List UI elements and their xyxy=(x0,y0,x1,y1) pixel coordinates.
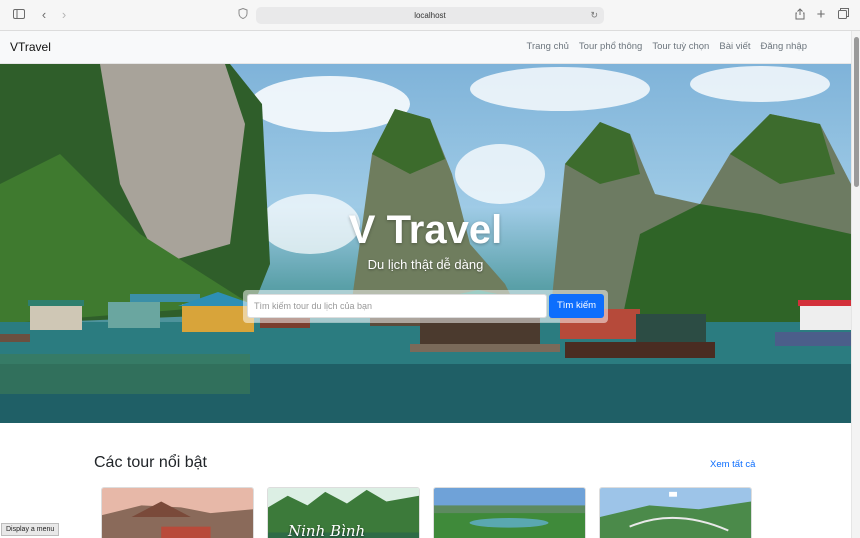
address-bar[interactable]: localhost ↻ xyxy=(256,7,604,24)
featured-tours-heading: Các tour nổi bật xyxy=(94,454,207,471)
browser-toolbar: ‹ › localhost ↻ + xyxy=(0,0,860,31)
tour-card-image xyxy=(434,488,585,538)
nav-articles[interactable]: Bài viết xyxy=(719,41,750,52)
new-tab-icon[interactable]: + xyxy=(814,7,828,22)
hero-subtitle: Du lịch thật dễ dàng xyxy=(367,257,484,272)
tour-card[interactable] xyxy=(433,487,586,538)
reload-icon[interactable]: ↻ xyxy=(590,7,598,24)
tour-card-image xyxy=(600,488,751,538)
tabs-icon[interactable] xyxy=(836,8,850,22)
tour-card[interactable] xyxy=(101,487,254,538)
search-box: Tìm kiếm tour du lịch của bạn Tìm kiếm xyxy=(243,290,608,323)
tour-card-image xyxy=(102,488,253,538)
nav-standard-tours[interactable]: Tour phổ thông xyxy=(579,41,642,52)
tour-cards: Ninh Bình xyxy=(101,487,752,538)
see-all-link[interactable]: Xem tất cả xyxy=(710,459,755,470)
share-icon[interactable] xyxy=(793,8,807,22)
nav-home[interactable]: Trang chủ xyxy=(527,41,569,52)
tour-card[interactable]: Ninh Bình xyxy=(267,487,420,538)
brand-logo[interactable]: VTravel xyxy=(10,40,51,54)
tour-card-label: Ninh Bình xyxy=(288,522,366,538)
hero-banner: V Travel Du lịch thật dễ dàng Tìm kiếm t… xyxy=(0,64,851,423)
tour-card[interactable] xyxy=(599,487,752,538)
navbar: VTravel Trang chủ Tour phổ thông Tour tu… xyxy=(0,31,851,64)
forward-icon[interactable]: › xyxy=(57,8,71,22)
scrollbar-thumb[interactable] xyxy=(854,37,859,187)
page-scrollbar[interactable] xyxy=(851,31,860,538)
back-icon[interactable]: ‹ xyxy=(37,8,51,22)
shield-icon[interactable] xyxy=(236,7,250,22)
sidebar-icon[interactable] xyxy=(12,8,26,22)
hero-title: V Travel xyxy=(348,208,503,252)
page-viewport: VTravel Trang chủ Tour phổ thông Tour tu… xyxy=(0,31,851,538)
url-text: localhost xyxy=(414,11,446,20)
nav-links: Trang chủ Tour phổ thông Tour tuỳ chọn B… xyxy=(527,41,808,52)
search-input[interactable]: Tìm kiếm tour du lịch của bạn xyxy=(247,294,547,318)
tooltip: Display a menu xyxy=(1,523,60,536)
search-button[interactable]: Tìm kiếm xyxy=(549,294,604,318)
nav-custom-tours[interactable]: Tour tuỳ chọn xyxy=(652,41,709,52)
nav-login[interactable]: Đăng nhập xyxy=(761,41,807,52)
